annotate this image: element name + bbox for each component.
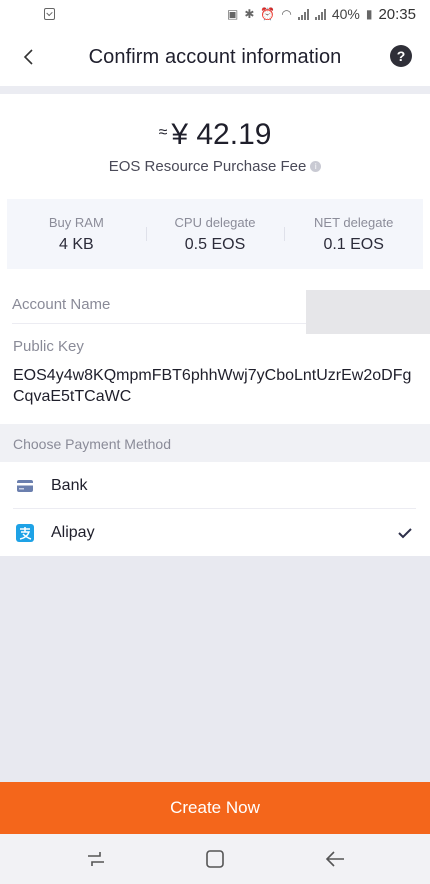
payment-method-title: Choose Payment Method [13, 436, 171, 452]
fee-section: ≈ ¥ 42.19 EOS Resource Purchase Fee i Buy … [0, 94, 430, 290]
create-now-button[interactable]: Create Now [0, 782, 430, 834]
resource-summary: Buy RAM 4 KB CPU delegate 0.5 EOS NET de… [7, 199, 423, 269]
checkmark-icon [398, 527, 412, 538]
approx-symbol: ≈ [158, 124, 168, 142]
payment-option-alipay[interactable]: Alipay [0, 509, 430, 556]
bank-card-icon [17, 479, 33, 492]
resource-value: 4 KB [58, 235, 94, 253]
signal-1-icon [297, 8, 309, 20]
home-icon[interactable] [204, 849, 226, 869]
resource-label: NET delegate [314, 214, 394, 230]
back-button[interactable] [14, 43, 42, 71]
resource-value: 0.1 EOS [323, 235, 384, 253]
signal-2-icon [314, 8, 326, 20]
fee-amount-row: ≈ ¥ 42.19 [0, 118, 430, 152]
bluetooth-icon: ✱ [244, 7, 255, 21]
clipboard-check-icon [44, 8, 55, 20]
public-key-value: EOS4y4w8KQmpmFBT6phhWwj7yCboLntUzrEw2oDF… [13, 367, 412, 405]
page-title: Confirm account information [88, 45, 342, 68]
battery-icon: ▮ [365, 7, 373, 21]
info-icon[interactable]: i [310, 160, 322, 172]
public-key-label: Public Key [13, 338, 84, 355]
account-name-row: Account Name [12, 290, 430, 334]
status-bar: ▣ ✱ ⏰ ◠ 40% ▮ 20:35 [0, 0, 430, 28]
account-name-value-redacted [306, 290, 430, 334]
sim-icon: ▣ [226, 7, 239, 21]
fee-amount: ¥ 42.19 [171, 118, 272, 151]
payment-option-label: Bank [51, 476, 88, 494]
status-time: 20:35 [378, 5, 416, 23]
resource-value: 0.5 EOS [184, 235, 246, 253]
account-name-label: Account Name [12, 296, 111, 313]
alarm-icon: ⏰ [260, 7, 276, 21]
alipay-icon [16, 523, 34, 542]
payment-option-bank[interactable]: Bank [0, 462, 430, 509]
fee-label-row: EOS Resource Purchase Fee i [0, 158, 430, 175]
help-button[interactable]: ? [390, 45, 412, 67]
recent-apps-icon[interactable] [85, 849, 107, 869]
resource-net: NET delegate 0.1 EOS [284, 199, 423, 269]
wifi-icon: ◠ [281, 7, 292, 21]
resource-label: Buy RAM [48, 214, 104, 230]
payment-method-header: Choose Payment Method [0, 424, 430, 462]
resource-ram: Buy RAM 4 KB [7, 199, 146, 269]
header-divider [0, 86, 430, 94]
fee-label: EOS Resource Purchase Fee [108, 158, 307, 175]
system-nav-bar [0, 834, 430, 884]
app-header: Confirm account information ? [0, 28, 430, 86]
payment-method-list: Bank Alipay [0, 462, 430, 556]
payment-option-label: Alipay [51, 523, 95, 541]
back-nav-icon[interactable] [324, 849, 346, 869]
resource-label: CPU delegate [174, 214, 256, 230]
battery-percent: 40% [331, 6, 360, 22]
resource-cpu: CPU delegate 0.5 EOS [145, 199, 285, 269]
question-circle-icon: ? [396, 48, 406, 64]
chevron-left-icon [23, 49, 33, 65]
account-section: Account Name Public Key EOS4y4w8KQmpmFBT… [0, 290, 430, 424]
